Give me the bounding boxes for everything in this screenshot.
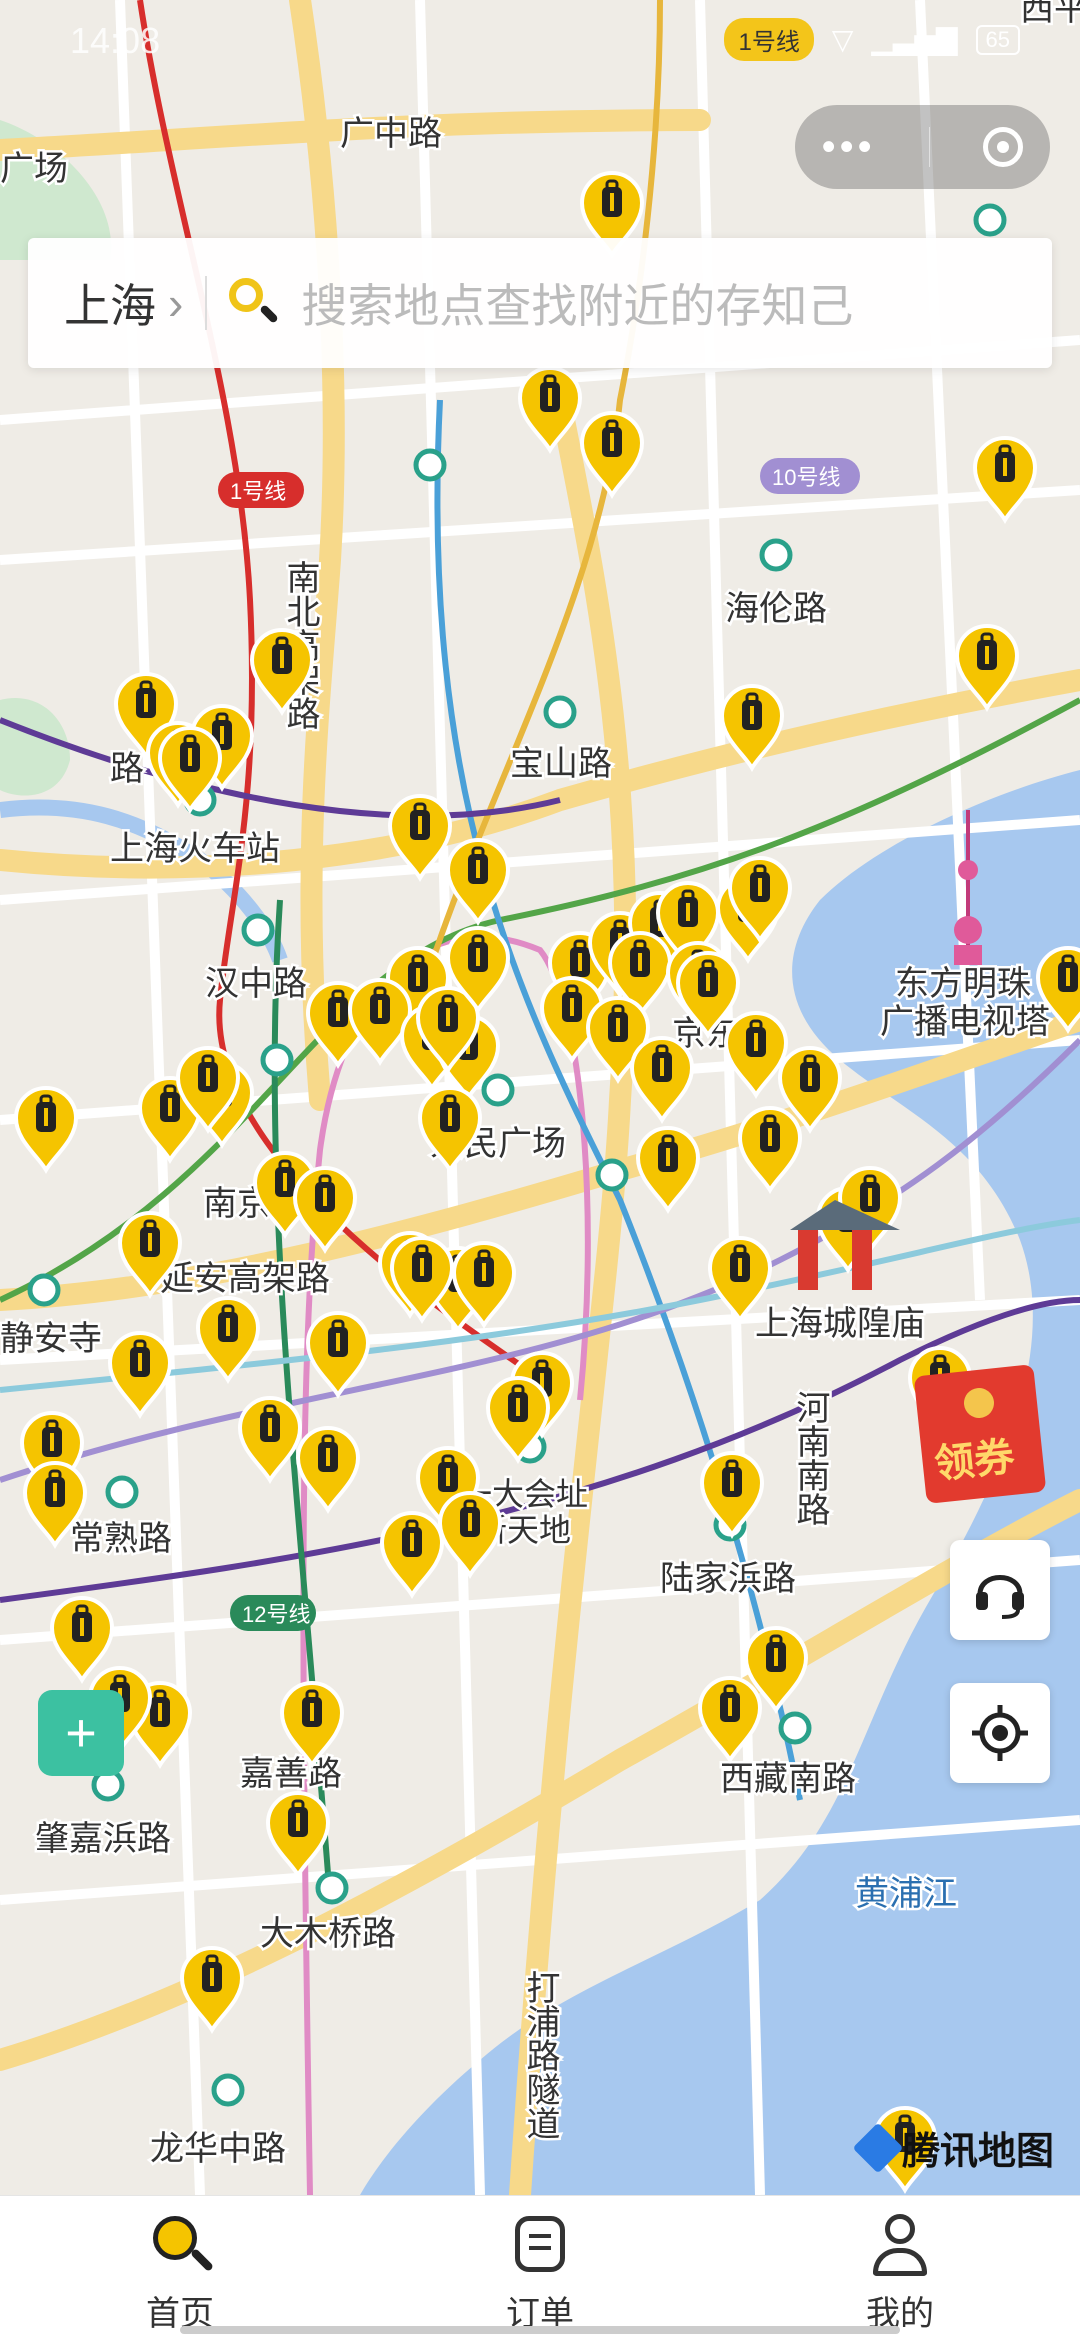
metro-line-badge: 10号线 xyxy=(760,458,860,494)
map-label: 广场 xyxy=(0,150,68,188)
map-label: 海伦路 xyxy=(725,590,827,628)
map-brand-label: 腾讯地图 xyxy=(902,2131,1055,2173)
metro-station-marker xyxy=(778,1711,812,1745)
map-label: 路 xyxy=(110,750,144,788)
home-indicator xyxy=(180,2326,900,2334)
metro-station-marker xyxy=(481,1073,515,1107)
city-selector[interactable]: 上海 xyxy=(64,270,156,336)
map-label: 大木桥路 xyxy=(260,1915,396,1953)
map-label: 西平 xyxy=(1020,0,1080,28)
wifi-icon: ▽ xyxy=(831,24,854,55)
map-label: 宝山路 xyxy=(510,745,612,783)
status-bar: 1号线 ▽ ▁▃▅▇ 65 xyxy=(724,18,1020,61)
svg-text:10号线: 10号线 xyxy=(772,465,840,490)
map-label: 延安高架路 xyxy=(160,1260,330,1298)
map-label: 龙华中路 xyxy=(150,2130,286,2168)
chevron-right-icon[interactable]: › xyxy=(168,276,183,330)
coupon-label: 领券 xyxy=(932,1434,1017,1488)
shield-plus-icon[interactable]: + xyxy=(38,1690,124,1776)
locate-button[interactable] xyxy=(950,1683,1050,1783)
nav-profile[interactable]: 我的 xyxy=(720,2196,1080,2341)
map-label: 静安寺 xyxy=(0,1320,102,1358)
map-label: 西藏南路 xyxy=(720,1760,856,1798)
map-label: 打浦路隧道 xyxy=(521,1970,559,2140)
profile-icon xyxy=(865,2210,935,2280)
status-time: 14:08 xyxy=(70,20,161,61)
search-bar[interactable]: 上海 › 搜索地点查找附近的存知己 xyxy=(28,238,1052,368)
locate-icon xyxy=(972,1705,1028,1761)
search-icon xyxy=(145,2210,215,2280)
more-menu-icon[interactable]: ••• xyxy=(822,125,876,170)
metro-station-marker xyxy=(543,695,577,729)
metro-station-marker xyxy=(759,538,793,572)
order-icon xyxy=(505,2210,575,2280)
map-label: 陆家浜路 xyxy=(660,1560,796,1598)
search-divider xyxy=(205,276,208,330)
tencent-map-watermark: 腾讯地图 xyxy=(852,2120,1055,2175)
metro-station-marker xyxy=(260,1043,294,1077)
capsule-divider xyxy=(929,127,930,167)
svg-text:12号线: 12号线 xyxy=(242,1602,310,1627)
metro-station-marker xyxy=(315,1871,349,1905)
map-label: 汉中路 xyxy=(205,965,307,1003)
miniprogram-capsule: ••• xyxy=(795,105,1050,189)
map-label: 东方明珠广播电视塔 xyxy=(880,965,1050,1041)
map-label: 上海城隍庙 xyxy=(755,1305,925,1343)
signal-icon: ▁▃▅▇ xyxy=(871,24,958,55)
map-logo-icon xyxy=(852,2122,904,2173)
nav-orders[interactable]: 订单 xyxy=(360,2196,720,2341)
headset-icon xyxy=(976,1575,1024,1619)
nav-home[interactable]: 首页 xyxy=(0,2196,360,2341)
metro-station-marker xyxy=(105,1475,139,1509)
map-label: 常熟路 xyxy=(70,1520,172,1558)
map-label: 嘉善路 xyxy=(240,1755,342,1793)
bottom-navigation: 首页 订单 我的 xyxy=(0,2195,1080,2341)
customer-service-button[interactable] xyxy=(950,1540,1050,1640)
metro-station-marker xyxy=(27,1273,61,1307)
search-icon xyxy=(229,278,280,328)
search-input[interactable]: 搜索地点查找附近的存知己 xyxy=(301,270,853,336)
metro-station-marker xyxy=(241,913,275,947)
map-label: 上海火车站 xyxy=(110,830,280,868)
battery-indicator: 65 xyxy=(975,24,1020,55)
map-label: 肇嘉浜路 xyxy=(35,1820,171,1858)
svg-text:1号线: 1号线 xyxy=(230,479,286,504)
metro-station-marker xyxy=(595,1158,629,1192)
metro-station-marker xyxy=(211,2073,245,2107)
metro-line-badge: 1号线 xyxy=(218,472,304,508)
map-label: 黄浦江 xyxy=(855,1875,957,1913)
close-miniprogram-icon[interactable] xyxy=(983,127,1024,167)
map-label: 河南南路 xyxy=(791,1390,829,1526)
metro-indicator: 1号线 xyxy=(724,18,814,61)
metro-line-badge: 12号线 xyxy=(230,1595,316,1631)
coupon-button[interactable]: 领券 xyxy=(913,1364,1060,1504)
map-label: 广中路 xyxy=(340,115,442,153)
metro-station-marker xyxy=(413,448,447,482)
metro-station-marker xyxy=(973,203,1007,237)
